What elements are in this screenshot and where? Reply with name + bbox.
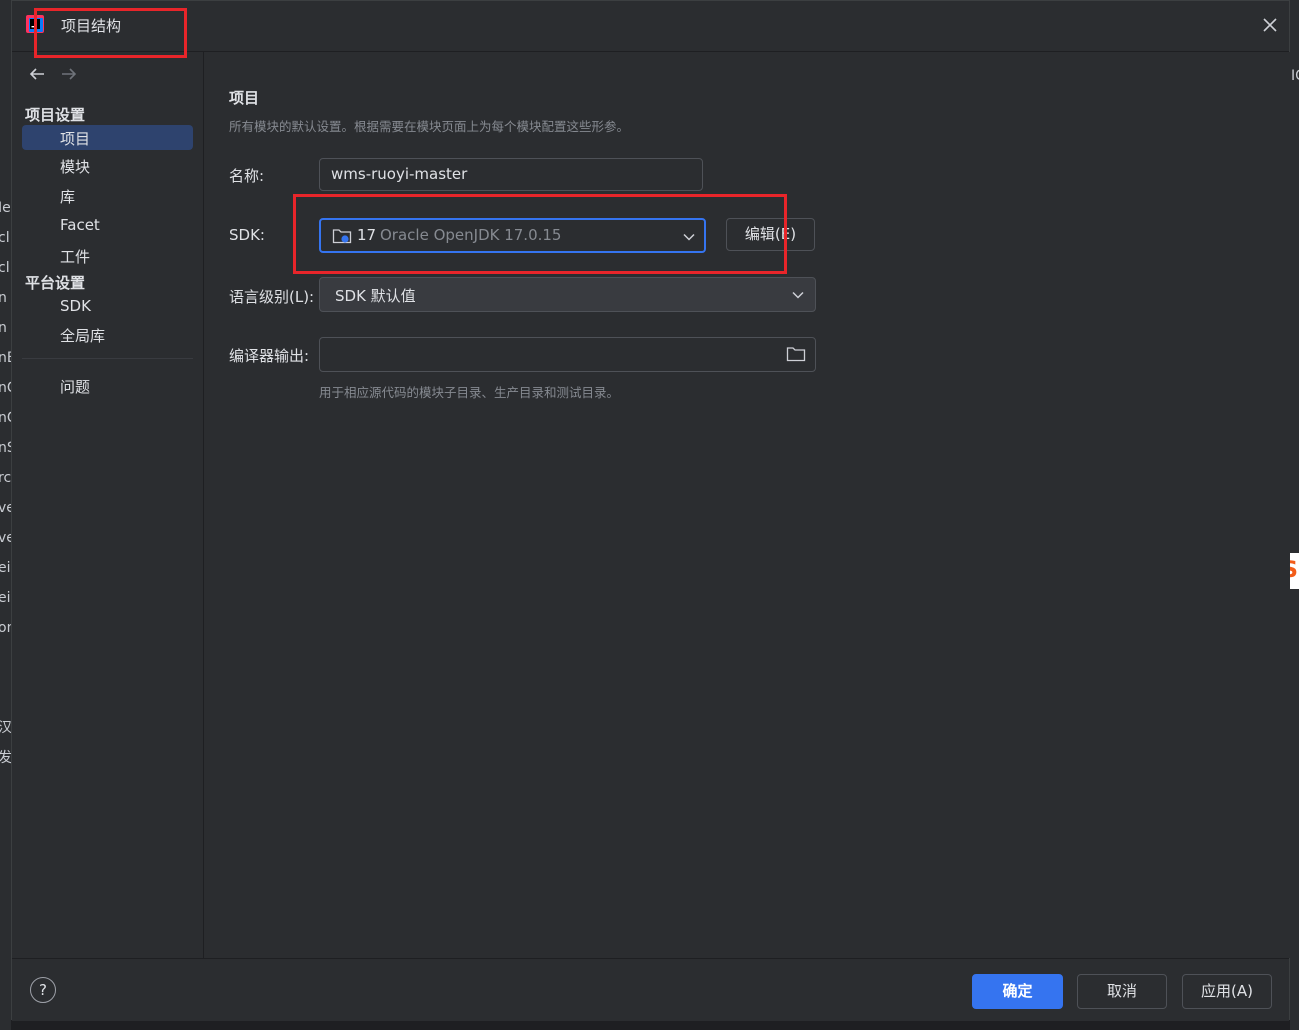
sidebar-item-global-libraries[interactable]: 全局库 [22,322,193,347]
bg-fragment: 汉 [0,720,11,736]
dialog-title: 项目结构 [61,17,122,35]
sidebar-item-label: 全局库 [60,327,106,345]
language-level-value: SDK 默认值 [335,287,416,305]
sidebar-item-label: SDK [60,297,91,315]
bg-fragment: on [0,620,11,636]
edit-sdk-button[interactable]: 编辑(E) [726,218,815,251]
bg-fragment: rc [0,470,11,486]
sdk-name: Oracle OpenJDK 17.0.15 [380,226,562,244]
bg-fragment: IC [1291,68,1299,84]
sidebar: 项目设置 项目 模块 库 Facet 工件 平台设置 SDK 全局库 问题 [12,52,204,958]
sidebar-item-facets[interactable]: Facet [22,213,193,238]
sdk-folder-icon [332,229,352,244]
background-ide-left: Ie cl cl n n nE nC nC nS rc ve ve ei ei … [0,0,11,1030]
sidebar-item-label: 问题 [60,378,91,396]
platform-settings-header: 平台设置 [25,274,86,292]
project-name-field[interactable]: wms-ruoyi-master [319,158,703,191]
sdk-version: 17 [357,226,377,244]
sdk-dropdown[interactable]: 17 Oracle OpenJDK 17.0.15 [319,218,706,253]
sidebar-divider [22,358,193,359]
ok-button[interactable]: 确定 [972,974,1063,1009]
sidebar-item-modules[interactable]: 模块 [22,153,193,178]
project-settings-header: 项目设置 [25,106,86,124]
sidebar-item-problems[interactable]: 问题 [22,373,193,398]
bg-fragment: ei [0,590,11,606]
background-ide-right: IC S [1290,0,1299,1030]
apply-button[interactable]: 应用(A) [1182,974,1272,1009]
bg-fragment: ei [0,560,11,576]
sidebar-item-label: 项目 [60,130,91,148]
intellij-app-icon [26,15,44,33]
bg-fragment: 发 [0,750,11,766]
project-structure-dialog: 项目结构 项目设置 项目 模块 库 Facet 工件 平台设置 SDK 全局库 … [11,0,1290,1021]
bg-fragment: cl [0,260,10,276]
sidebar-item-libraries[interactable]: 库 [22,183,193,208]
sdk-label: SDK: [229,226,265,244]
chevron-down-icon [683,233,695,241]
bg-fragment: nC [0,380,11,396]
bg-fragment: nS [0,440,11,456]
sidebar-item-label: 模块 [60,158,91,176]
bg-fragment: nC [0,410,11,426]
close-icon[interactable] [1260,15,1280,35]
title-bar: 项目结构 [12,1,1289,52]
floating-badge[interactable]: S [1290,553,1299,589]
name-label: 名称: [229,167,265,185]
sidebar-item-label: 库 [60,188,76,206]
chevron-down-icon [792,291,804,299]
bg-fragment: n [0,290,7,306]
dialog-footer: ? 确定 取消 应用(A) [12,958,1289,1021]
arrow-left-icon[interactable] [27,64,47,84]
bg-fragment: n [0,320,7,336]
project-settings-panel: 项目 所有模块的默认设置。根据需要在模块页面上为每个模块配置这些形参。 名称: … [204,52,1290,958]
sidebar-item-sdks[interactable]: SDK [22,294,193,319]
language-level-dropdown[interactable]: SDK 默认值 [319,277,816,312]
section-title: 项目 [229,89,260,107]
cancel-button[interactable]: 取消 [1077,974,1167,1009]
compiler-output-hint: 用于相应源代码的模块子目录、生产目录和测试目录。 [319,385,620,400]
bg-fragment: ve [0,530,11,546]
bg-fragment: Ie [0,200,11,216]
compiler-output-label: 编译器输出: [229,347,310,365]
bg-fragment: nE [0,350,11,366]
language-level-label: 语言级别(L): [229,288,315,306]
sidebar-item-label: Facet [60,216,100,234]
bg-fragment: cl [0,230,10,246]
help-button[interactable]: ? [30,977,56,1003]
bg-fragment: ve [0,500,11,516]
arrow-right-icon[interactable] [59,64,79,84]
compiler-output-field[interactable] [319,337,816,372]
sidebar-item-artifacts[interactable]: 工件 [22,243,193,268]
section-description: 所有模块的默认设置。根据需要在模块页面上为每个模块配置这些形参。 [229,119,630,134]
sidebar-item-project[interactable]: 项目 [22,125,193,150]
sidebar-item-label: 工件 [60,248,91,266]
folder-icon[interactable] [786,345,806,363]
